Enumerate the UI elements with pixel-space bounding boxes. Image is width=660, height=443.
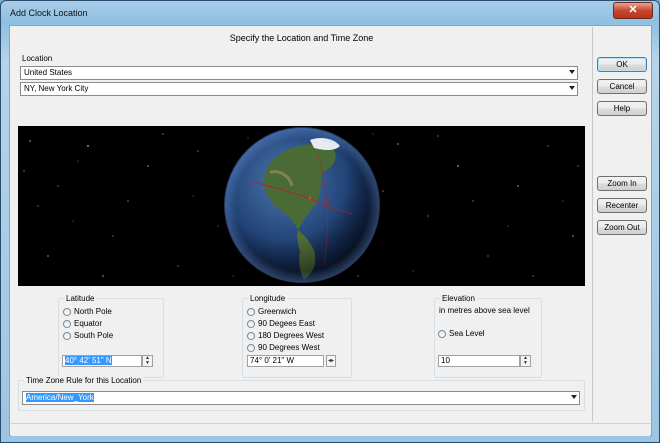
radio-90-west[interactable]: 90 Degrees West [247,343,320,353]
radio-north-pole[interactable]: North Pole [63,307,112,317]
location-pane: Specify the Location and Time Zone Locat… [11,27,593,422]
ok-button[interactable]: OK [597,57,647,72]
title-bar[interactable]: Add Clock Location ✕ [1,1,659,25]
radio-label: North Pole [74,307,112,316]
zoom-out-button[interactable]: Zoom Out [597,220,647,235]
dialog-window: Add Clock Location ✕ Specify the Locatio… [0,0,660,443]
elevation-spinner[interactable]: ▲ ▼ [520,355,531,367]
timezone-label: Time Zone Rule for this Location [24,376,144,385]
radio-icon[interactable] [247,319,255,328]
radio-label: 90 Degees East [258,319,315,328]
chevron-down-icon[interactable] [569,70,575,74]
radio-sea-level[interactable]: Sea Level [438,329,485,339]
longitude-value: 74° 0' 21" W [250,356,295,365]
radio-label: Sea Level [449,329,485,338]
radio-icon[interactable] [247,307,255,316]
elevation-subtitle: in metres above sea level [439,306,530,315]
country-dropdown[interactable]: United States [20,66,578,80]
radio-south-pole[interactable]: South Pole [63,331,113,341]
earth-view[interactable] [18,126,585,286]
zoom-in-button[interactable]: Zoom In [597,176,647,191]
status-bar [11,423,650,436]
radio-equator[interactable]: Equator [63,319,102,329]
radio-greenwich[interactable]: Greenwich [247,307,296,317]
chevron-down-icon[interactable] [569,86,575,90]
longitude-input[interactable]: 74° 0' 21" W [247,355,324,367]
close-button[interactable]: ✕ [613,2,653,19]
radio-icon[interactable] [63,307,71,316]
city-value: NY, New York City [24,84,89,93]
longitude-title: Longitude [248,294,288,303]
dialog-heading: Specify the Location and Time Zone [229,33,374,43]
radio-180-west[interactable]: 180 Degrees West [247,331,324,341]
longitude-spinner[interactable]: ◂▸ [326,355,336,367]
latitude-title: Latitude [64,294,97,303]
earth-globe [224,127,380,283]
country-value: United States [24,68,73,77]
radio-icon[interactable] [247,343,255,352]
elevation-title: Elevation [440,294,477,303]
radio-label: Equator [74,319,103,328]
radio-icon[interactable] [247,331,255,340]
radio-label: 180 Degrees West [258,331,325,340]
latitude-value: 40° 42' 51" N [65,356,112,365]
location-label: Location [22,54,53,63]
elevation-input[interactable]: 10 [438,355,520,367]
radio-90-east[interactable]: 90 Degees East [247,319,315,329]
city-dropdown[interactable]: NY, New York City [20,82,578,96]
timezone-dropdown[interactable]: America/New_York [22,391,580,405]
arrow-right-icon[interactable]: ▸ [331,358,334,364]
radio-icon[interactable] [63,331,71,340]
cancel-button[interactable]: Cancel [597,79,647,94]
latitude-input[interactable]: 40° 42' 51" N [62,355,142,367]
radio-label: 90 Degrees West [258,343,320,352]
help-button[interactable]: Help [597,101,647,116]
radio-icon[interactable] [63,319,71,328]
elevation-value: 10 [441,356,450,365]
close-icon: ✕ [628,4,638,16]
radio-label: Greenwich [258,307,297,316]
dialog-client-area: Specify the Location and Time Zone Locat… [9,25,652,436]
radio-label: South Pole [74,331,114,340]
earth-globe-image[interactable] [18,126,585,286]
arrow-down-icon[interactable]: ▼ [523,360,528,366]
chevron-down-icon[interactable] [571,395,577,399]
location-marker [308,196,312,200]
latitude-spinner[interactable]: ▲ ▼ [142,355,153,367]
timezone-value: America/New_York [26,393,94,402]
recenter-button[interactable]: Recenter [597,198,647,213]
radio-icon[interactable] [438,329,446,338]
window-title: Add Clock Location [10,8,88,18]
arrow-down-icon[interactable]: ▼ [145,360,150,366]
